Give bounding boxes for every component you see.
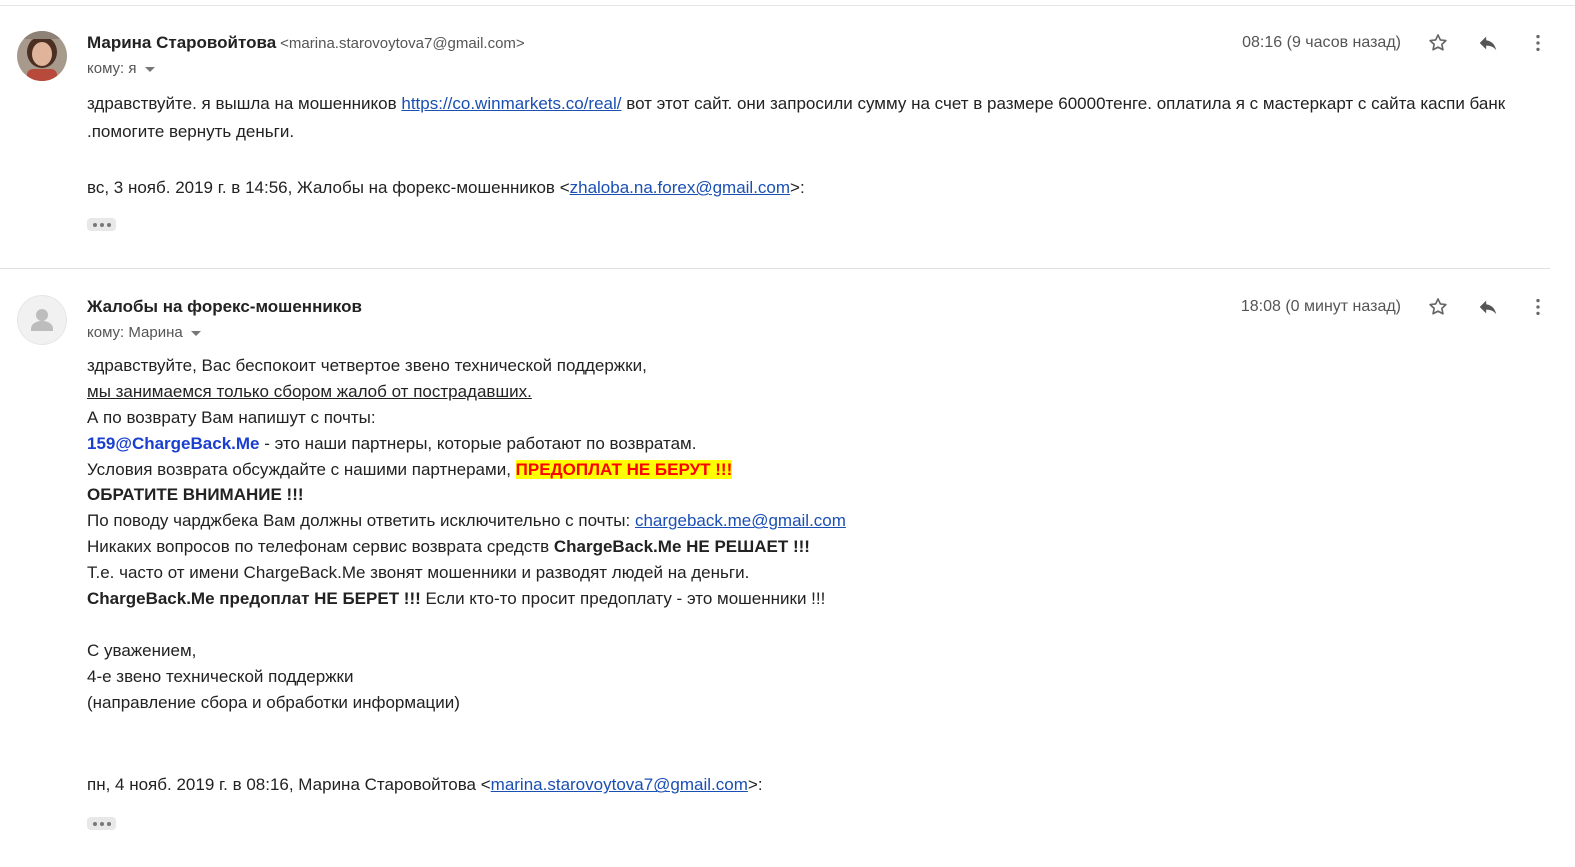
recipients-toggle[interactable]: кому: я [87,60,155,77]
caret-down-icon [144,66,155,72]
star-icon [1429,34,1447,51]
body-text-start: здравствуйте. я вышла на мошенников [87,94,402,113]
signature-line: 4-е звено технической поддержки [87,666,354,686]
quote-email-link[interactable]: marina.starovoytova7@gmail.com [491,775,748,794]
sender-line: Марина Старовойтова <marina.starovoytova7… [87,33,525,53]
more-options-button[interactable] [1525,294,1551,320]
body-line-underlined: мы занимаемся только сбором жалоб от пос… [87,381,532,401]
sender-name: Жалобы на форекс-мошенников [87,297,362,316]
recipients-label: кому: Марина [87,324,183,341]
attention-heading: ОБРАТИТЕ ВНИМАНИЕ !!! [87,485,304,505]
sender-avatar[interactable] [17,295,67,345]
quote-email-link[interactable]: zhaloba.na.forex@gmail.com [570,178,790,197]
email-thread: Марина Старовойтова <marina.starovoytova7… [0,0,1575,867]
body-text: Условия возврата обсуждайте с нашими пар… [87,459,516,479]
body-line: здравствуйте, Вас беспокоит четвертое зв… [87,356,647,375]
recipients-toggle[interactable]: кому: Марина [87,324,201,341]
body-line: Никаких вопросов по телефонам сервис воз… [87,534,846,560]
message-2: Жалобы на форекс-мошенников кому: Марина… [0,269,1575,867]
reply-icon [1479,36,1497,51]
quote-header: вс, 3 нояб. 2019 г. в 14:56, Жалобы на ф… [87,174,805,202]
chargeback-email-link[interactable]: chargeback.me@gmail.com [635,511,846,530]
highlight-warning: ПРЕДОПЛАТ НЕ БЕРУТ !!! [515,459,733,479]
quote-header-end: >: [790,178,805,197]
reply-button[interactable] [1475,294,1501,320]
show-trimmed-button[interactable] [87,218,116,231]
avatar-photo [17,31,67,81]
body-line: Условия возврата обсуждайте с нашими пар… [87,457,846,483]
quote-header: пн, 4 нояб. 2019 г. в 08:16, Марина Стар… [87,772,846,798]
sender-avatar[interactable] [17,31,67,81]
more-options-button[interactable] [1525,30,1551,56]
body-line: Т.е. часто от имени ChargeBack.Me звонят… [87,563,750,583]
body-text: Никаких вопросов по телефонам сервис воз… [87,537,554,557]
body-text: - это наши партнеры, которые работают по… [259,433,697,453]
reply-button[interactable] [1475,30,1501,56]
sender-line: Жалобы на форекс-мошенников [87,297,362,317]
show-trimmed-button[interactable] [87,817,116,830]
body-line: А по возврату Вам напишут с почты: [87,407,376,427]
body-line: По поводу чарджбека Вам должны ответить … [87,508,846,534]
body-line: 159@ChargeBack.Me - это наши партнеры, к… [87,431,846,457]
message-1: Марина Старовойтова <marina.starovoytova7… [0,0,1575,268]
more-horiz-icon [92,222,97,227]
star-button[interactable] [1425,30,1451,56]
body-line: ChargeBack.Me предоплат НЕ БЕРЕТ !!! Есл… [87,586,846,612]
body-text: Если кто-то просит предоплату - это моше… [420,589,826,609]
message-time: 18:08 (0 минут назад) [1240,298,1401,315]
quote-header-text: вс, 3 нояб. 2019 г. в 14:56, Жалобы на ф… [87,178,570,197]
message-body: здравствуйте. я вышла на мошенников http… [87,90,1547,146]
signature-line: (направление сбора и обработки информаци… [87,692,460,712]
bold-text: ChargeBack.Me предоплат НЕ БЕРЕТ !!! [87,589,421,609]
message-time: 08:16 (9 часов назад) [1242,34,1401,51]
sender-email: <marina.starovoytova7@gmail.com> [280,35,525,52]
recipients-label: кому: я [87,60,137,77]
partner-email: 159@ChargeBack.Me [87,433,260,453]
scam-site-link[interactable]: https://co.winmarkets.co/real/ [401,94,621,113]
person-icon [31,309,53,331]
reply-icon [1479,300,1497,315]
message-body: здравствуйте, Вас беспокоит четвертое зв… [87,353,846,798]
quote-header-text: пн, 4 нояб. 2019 г. в 08:16, Марина Стар… [87,775,491,795]
signature-line: С уважением, [87,640,197,660]
sender-name: Марина Старовойтова [87,33,277,52]
star-icon [1429,298,1447,315]
bold-text: ChargeBack.Me НЕ РЕШАЕТ !!! [553,537,810,557]
body-text: По поводу чарджбека Вам должны ответить … [87,511,635,531]
caret-down-icon [190,330,201,336]
more-vert-icon [1536,298,1540,316]
more-vert-icon [1536,34,1540,52]
star-button[interactable] [1425,294,1451,320]
more-horiz-icon [92,821,97,826]
quote-header-end: >: [747,775,763,795]
